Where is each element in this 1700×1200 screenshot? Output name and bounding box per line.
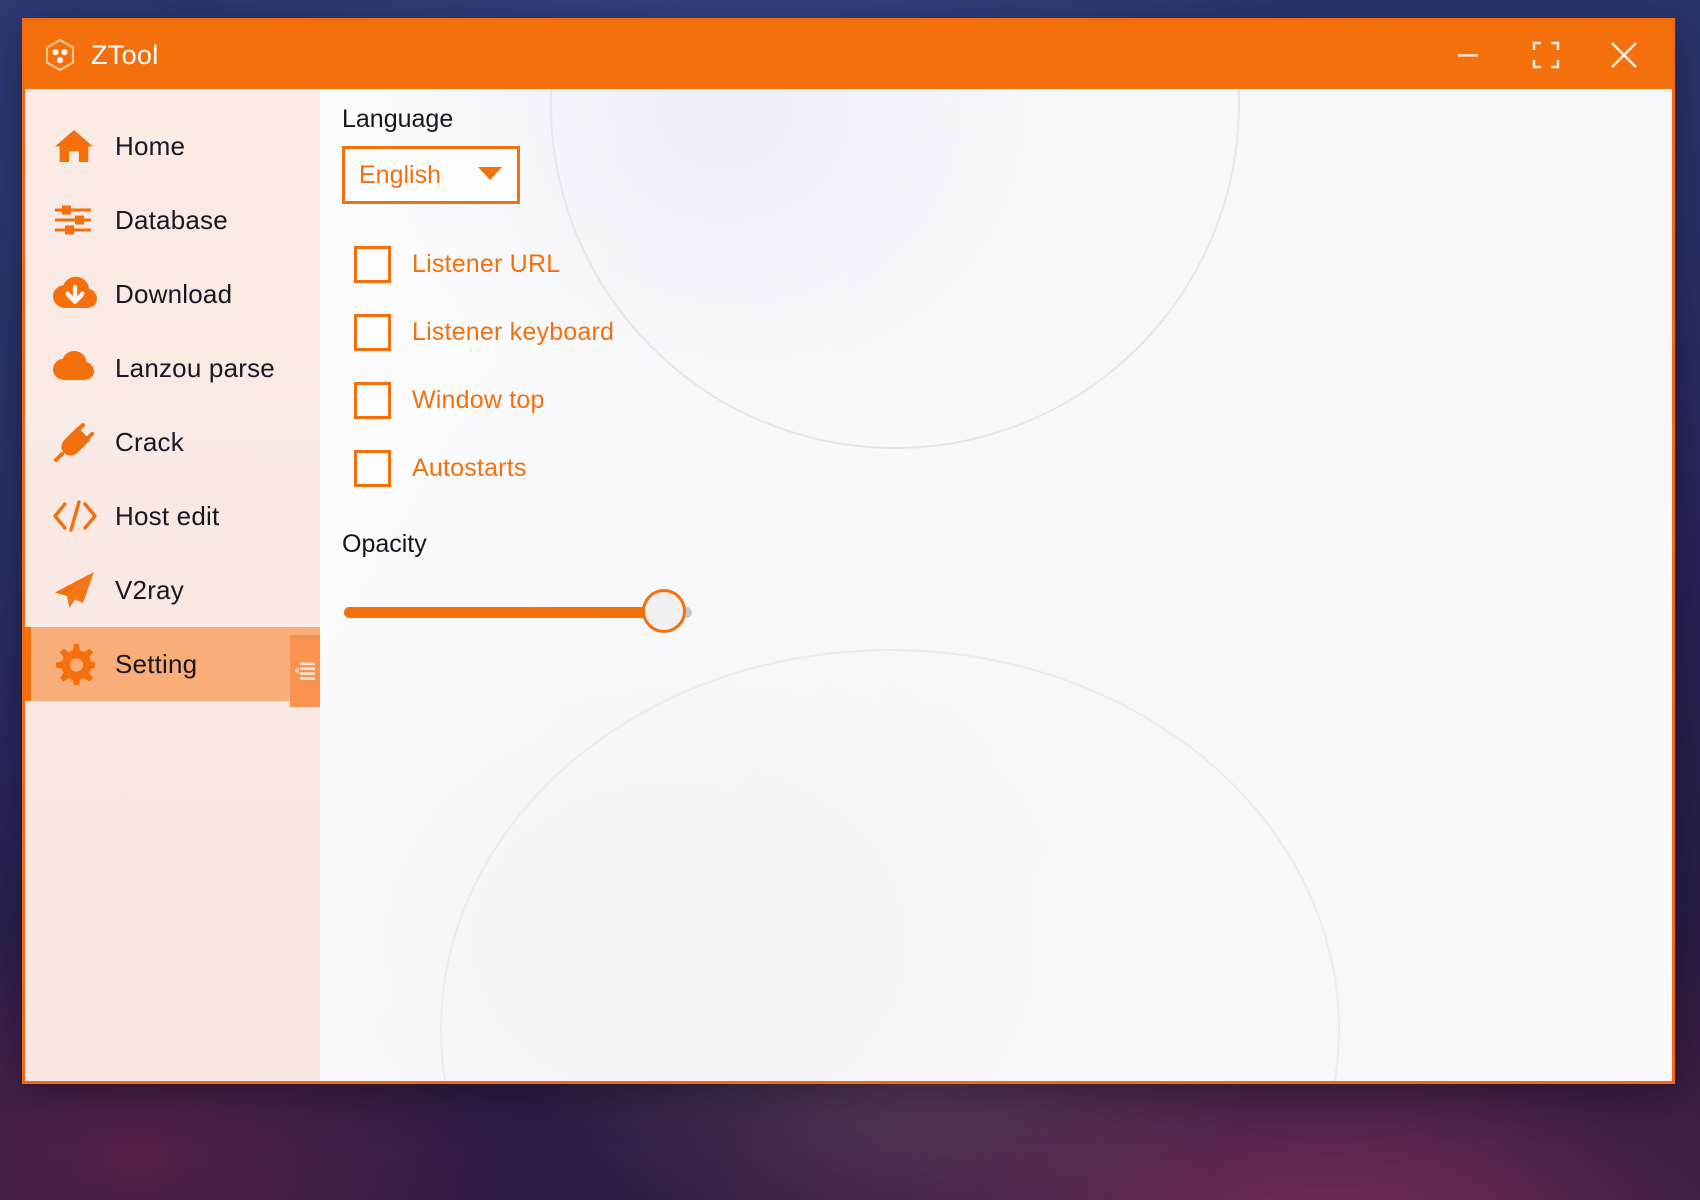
home-icon <box>53 125 99 167</box>
app-window: ZTool Home Database Download Lanzou pars… <box>22 18 1675 1084</box>
slider-fill <box>344 607 665 618</box>
hexagon-dots-icon <box>41 36 79 74</box>
sidebar-item-label: Lanzou parse <box>115 352 275 383</box>
checkbox-row-listener-keyboard[interactable]: Listener keyboard <box>342 298 1672 366</box>
opacity-slider[interactable] <box>344 589 692 635</box>
opacity-label: Opacity <box>342 530 427 558</box>
sidebar-item-host-edit[interactable]: Host edit <box>25 479 320 553</box>
sidebar-item-download[interactable]: Download <box>25 257 320 331</box>
background-arc-secondary <box>440 649 1340 1081</box>
language-label: Language <box>342 105 454 133</box>
cloud-download-icon <box>53 273 99 315</box>
window-controls <box>1446 33 1658 77</box>
gear-icon <box>53 643 99 685</box>
checkbox-autostarts[interactable] <box>354 449 391 487</box>
app-title: ZTool <box>91 39 159 70</box>
close-button[interactable] <box>1602 33 1646 77</box>
sidebar: Home Database Download Lanzou parse Crac… <box>25 89 320 1081</box>
checkbox-row-autostarts[interactable]: Autostarts <box>342 434 1672 502</box>
cloud-icon <box>53 347 99 389</box>
minimize-icon <box>1458 54 1478 57</box>
minimize-button[interactable] <box>1446 33 1490 77</box>
collapse-left-icon <box>294 662 315 680</box>
sidebar-item-label: Database <box>115 204 228 235</box>
collapse-sidebar-handle[interactable] <box>290 635 320 707</box>
sidebar-item-crack[interactable]: Crack <box>25 405 320 479</box>
desktop-background: ZTool Home Database Download Lanzou pars… <box>0 0 1700 1200</box>
settings-panel: Language English Listener URL Listener k… <box>320 89 1672 635</box>
language-select[interactable]: English <box>342 146 520 204</box>
checkbox-window-top[interactable] <box>354 381 391 419</box>
sidebar-item-label: Host edit <box>115 500 220 531</box>
close-x-icon <box>1611 42 1637 68</box>
power-plug-icon <box>53 421 99 463</box>
sidebar-item-label: Setting <box>115 648 198 679</box>
sidebar-item-v2ray[interactable]: V2ray <box>25 553 320 627</box>
checkbox-row-window-top[interactable]: Window top <box>342 366 1672 434</box>
fullscreen-brackets-icon <box>1532 41 1560 69</box>
maximize-button[interactable] <box>1524 33 1568 77</box>
sidebar-item-database[interactable]: Database <box>25 183 320 257</box>
title-bar[interactable]: ZTool <box>25 21 1672 89</box>
sidebar-item-setting[interactable]: Setting <box>25 627 320 701</box>
sidebar-item-label: Download <box>115 278 233 309</box>
checkbox-listener-keyboard[interactable] <box>354 313 391 351</box>
slider-thumb[interactable] <box>642 589 687 633</box>
sliders-icon <box>53 199 99 241</box>
checkbox-label: Listener URL <box>412 249 561 278</box>
sidebar-item-label: Crack <box>115 426 184 457</box>
window-body: Home Database Download Lanzou parse Crac… <box>25 89 1672 1081</box>
language-selected-value: English <box>359 160 441 189</box>
checkbox-label: Autostarts <box>412 453 527 482</box>
sidebar-item-lanzou-parse[interactable]: Lanzou parse <box>25 331 320 405</box>
code-brackets-icon <box>53 495 99 537</box>
sidebar-item-label: Home <box>115 130 186 161</box>
sidebar-item-label: V2ray <box>115 574 184 605</box>
paper-plane-icon <box>53 569 99 611</box>
chevron-down-icon <box>477 164 503 187</box>
checkbox-label: Window top <box>412 385 545 414</box>
checkbox-listener-url[interactable] <box>354 245 391 283</box>
checkbox-label: Listener keyboard <box>412 317 615 346</box>
checkbox-row-listener-url[interactable]: Listener URL <box>342 230 1672 298</box>
main-content: Language English Listener URL Listener k… <box>320 89 1672 1081</box>
sidebar-item-home[interactable]: Home <box>25 109 320 183</box>
